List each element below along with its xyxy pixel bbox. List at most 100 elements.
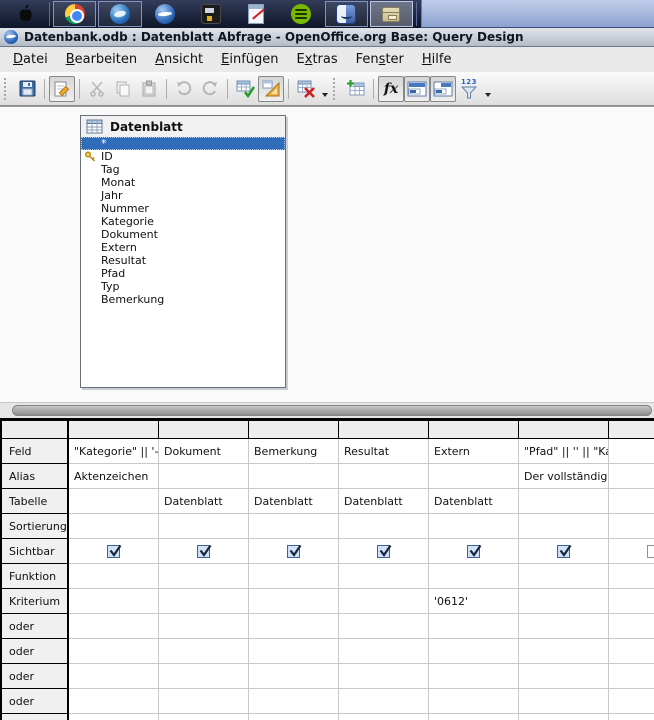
- grid-cell-oder3-col1[interactable]: [69, 664, 159, 689]
- grid-cell-oder4-col2[interactable]: [159, 689, 249, 714]
- grid-cell-oder1-col3[interactable]: [249, 614, 339, 639]
- menu-item-datei[interactable]: Datei: [4, 49, 57, 70]
- functions-button[interactable]: fx: [378, 76, 404, 102]
- grid-cell-feld-col2[interactable]: Dokument: [159, 439, 249, 464]
- grid-cell-oder3-col5[interactable]: [429, 664, 519, 689]
- grid-cell-funktion-col4[interactable]: [339, 564, 429, 589]
- menu-item-einfügen[interactable]: Einfügen: [212, 49, 287, 70]
- field-item-monat[interactable]: Monat: [81, 176, 285, 189]
- save-button[interactable]: [14, 76, 40, 102]
- scrollbar-thumb[interactable]: [12, 405, 652, 416]
- grid-cell-sichtbar-col3[interactable]: [249, 539, 339, 564]
- taskbar-item-document-editor[interactable]: [234, 1, 277, 27]
- toolbar-grip[interactable]: [4, 78, 10, 100]
- distinct-values-button[interactable]: 123: [456, 76, 482, 102]
- grid-cell-tabelle-col3[interactable]: Datenblatt: [249, 489, 339, 514]
- grid-cell-oder3-col7[interactable]: [609, 664, 654, 689]
- grid-cell-sortierung-col3[interactable]: [249, 514, 339, 539]
- grid-cell-tabelle-col2[interactable]: Datenblatt: [159, 489, 249, 514]
- grid-cell-kriterium-col4[interactable]: [339, 589, 429, 614]
- grid-cell-oder2-col5[interactable]: [429, 639, 519, 664]
- grid-cell-funktion-col1[interactable]: [69, 564, 159, 589]
- grid-cell-feld-col5[interactable]: Extern: [429, 439, 519, 464]
- grid-cell-funktion-col7[interactable]: [609, 564, 654, 589]
- field-item-bemerkung[interactable]: Bemerkung: [81, 293, 285, 306]
- taskbar-item-spotify[interactable]: [279, 1, 322, 27]
- grid-cell-sichtbar-col6[interactable]: [519, 539, 609, 564]
- grid-cell-oder2-col3[interactable]: [249, 639, 339, 664]
- grid-column-header-1[interactable]: [69, 421, 159, 439]
- grid-cell-_partial-col7[interactable]: [609, 714, 654, 720]
- visible-checkbox-checked[interactable]: [467, 545, 480, 558]
- taskbar-item-dark-app[interactable]: [189, 1, 232, 27]
- grid-cell-oder2-col4[interactable]: [339, 639, 429, 664]
- grid-column-header-2[interactable]: [159, 421, 249, 439]
- grid-cell-sichtbar-col2[interactable]: [159, 539, 249, 564]
- grid-cell-oder1-col7[interactable]: [609, 614, 654, 639]
- grid-column-header-6[interactable]: [519, 421, 609, 439]
- grid-cell-oder1-col4[interactable]: [339, 614, 429, 639]
- field-item-resultat[interactable]: Resultat: [81, 254, 285, 267]
- table-window-header[interactable]: Datenblatt: [81, 116, 285, 137]
- taskbar-item-chrome[interactable]: [53, 1, 96, 27]
- grid-cell-sortierung-col7[interactable]: [609, 514, 654, 539]
- grid-cell-sichtbar-col1[interactable]: [69, 539, 159, 564]
- grid-cell-oder3-col6[interactable]: [519, 664, 609, 689]
- grid-cell-tabelle-col4[interactable]: Datenblatt: [339, 489, 429, 514]
- grid-cell-oder1-col1[interactable]: [69, 614, 159, 639]
- grid-cell-sortierung-col4[interactable]: [339, 514, 429, 539]
- grid-cell-kriterium-col5[interactable]: '0612': [429, 589, 519, 614]
- grid-cell-sortierung-col2[interactable]: [159, 514, 249, 539]
- grid-cell-kriterium-col1[interactable]: [69, 589, 159, 614]
- toolbar-grip[interactable]: [333, 78, 339, 100]
- grid-cell-sortierung-col1[interactable]: [69, 514, 159, 539]
- table-name-button[interactable]: [404, 76, 430, 102]
- redo-button[interactable]: [197, 76, 223, 102]
- field-item-id[interactable]: ID: [81, 150, 285, 163]
- grid-cell-oder3-col2[interactable]: [159, 664, 249, 689]
- visible-checkbox-checked[interactable]: [197, 545, 210, 558]
- grid-cell-oder3-col3[interactable]: [249, 664, 339, 689]
- table-window-datenblatt[interactable]: Datenblatt *IDTagMonatJahrNummerKategori…: [80, 115, 286, 388]
- visible-checkbox-checked[interactable]: [557, 545, 570, 558]
- taskbar-item-thunderbird[interactable]: [98, 1, 141, 27]
- grid-cell-alias-col3[interactable]: [249, 464, 339, 489]
- copy-button[interactable]: [110, 76, 136, 102]
- field-item-asterisk[interactable]: *: [81, 137, 285, 150]
- grid-column-header-5[interactable]: [429, 421, 519, 439]
- taskbar-item-finder[interactable]: [325, 1, 368, 27]
- grid-cell-kriterium-col3[interactable]: [249, 589, 339, 614]
- grid-cell-sichtbar-col5[interactable]: [429, 539, 519, 564]
- menu-item-extras[interactable]: Extras: [288, 49, 347, 70]
- grid-cell-alias-col6[interactable]: Der vollständige: [519, 464, 609, 489]
- field-item-dokument[interactable]: Dokument: [81, 228, 285, 241]
- grid-cell-sichtbar-col7[interactable]: [609, 539, 654, 564]
- grid-cell-_partial-col2[interactable]: [159, 714, 249, 720]
- grid-cell-alias-col2[interactable]: [159, 464, 249, 489]
- grid-cell-alias-col1[interactable]: Aktenzeichen: [69, 464, 159, 489]
- alias-button[interactable]: [430, 76, 456, 102]
- design-view-toggle-button[interactable]: [258, 76, 284, 102]
- grid-cell-oder4-col3[interactable]: [249, 689, 339, 714]
- grid-cell-sortierung-col5[interactable]: [429, 514, 519, 539]
- grid-cell-oder1-col2[interactable]: [159, 614, 249, 639]
- menu-item-hilfe[interactable]: Hilfe: [413, 49, 461, 70]
- grid-cell-feld-col3[interactable]: Bemerkung: [249, 439, 339, 464]
- grid-cell-alias-col4[interactable]: [339, 464, 429, 489]
- field-item-tag[interactable]: Tag: [81, 163, 285, 176]
- field-item-pfad[interactable]: Pfad: [81, 267, 285, 280]
- grid-cell-funktion-col5[interactable]: [429, 564, 519, 589]
- grid-cell-alias-col7[interactable]: [609, 464, 654, 489]
- toolbar-overflow-dropdown[interactable]: [482, 76, 494, 102]
- grid-cell-tabelle-col1[interactable]: [69, 489, 159, 514]
- grid-cell-oder2-col1[interactable]: [69, 639, 159, 664]
- field-item-kategorie[interactable]: Kategorie: [81, 215, 285, 228]
- visible-checkbox-checked[interactable]: [287, 545, 300, 558]
- grid-cell-feld-col4[interactable]: Resultat: [339, 439, 429, 464]
- grid-cell-oder2-col2[interactable]: [159, 639, 249, 664]
- grid-cell-oder4-col1[interactable]: [69, 689, 159, 714]
- grid-cell-sortierung-col6[interactable]: [519, 514, 609, 539]
- field-item-extern[interactable]: Extern: [81, 241, 285, 254]
- grid-cell-feld-col7[interactable]: [609, 439, 654, 464]
- menu-item-ansicht[interactable]: Ansicht: [146, 49, 212, 70]
